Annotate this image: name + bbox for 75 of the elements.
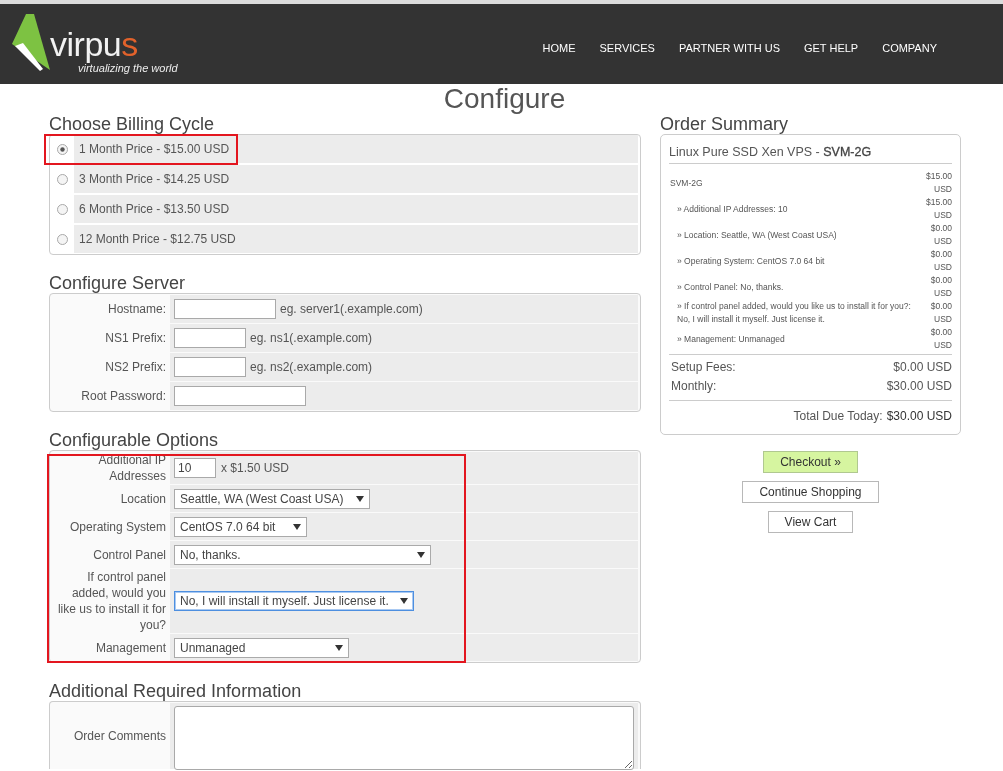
field-hint: eg. ns2(.example.com) xyxy=(250,360,373,374)
logo-icon[interactable] xyxy=(12,14,50,72)
text-field[interactable] xyxy=(174,386,306,406)
summary-total-value: $0.00 USD xyxy=(893,359,952,376)
summary-item-price: $15.00 USD xyxy=(925,170,952,196)
radio-button[interactable] xyxy=(56,173,68,185)
field-hint: eg. ns1(.example.com) xyxy=(250,331,373,345)
field-label: Operating System xyxy=(68,518,167,536)
logo-wordmark[interactable]: virpus xyxy=(50,26,178,62)
radio-button[interactable] xyxy=(56,203,68,215)
option-label: 3 Month Price - $14.25 USD xyxy=(79,172,230,186)
summary-item-label: » Control Panel: No, thanks. xyxy=(676,280,785,294)
section-heading: Configure Server xyxy=(49,273,187,293)
checkout-button[interactable]: Checkout » xyxy=(763,451,858,473)
page-title: Configure xyxy=(443,83,566,114)
summary-item-label: SVM-2G xyxy=(669,176,704,190)
field-label: Order Comments xyxy=(72,728,167,745)
nav-link[interactable]: HOME xyxy=(542,41,576,55)
field-label: NS1 Prefix: xyxy=(104,330,167,347)
summary-item-label: » Additional IP Addresses: 10 xyxy=(676,202,789,216)
view-cart-button[interactable]: View Cart xyxy=(767,511,854,533)
field-label: Location xyxy=(119,490,167,508)
summary-item-price: $0.00 USD xyxy=(929,300,952,326)
price-note: x $1.50 USD xyxy=(221,461,290,475)
summary-total-label: Setup Fees: xyxy=(671,359,736,376)
caret-icon xyxy=(417,551,425,558)
dropdown[interactable]: No, thanks. xyxy=(174,544,431,565)
logo-tagline: virtualizing the world xyxy=(78,62,178,74)
field-label: Root Password: xyxy=(80,388,167,405)
summary-total-label: Monthly: xyxy=(671,378,717,395)
option-label: 1 Month Price - $15.00 USD xyxy=(79,142,230,156)
section-heading: Order Summary xyxy=(660,114,790,134)
summary-total-value: $30.00 USD xyxy=(886,378,952,395)
dropdown[interactable]: Unmanaged xyxy=(174,637,349,658)
continue-shopping-button[interactable]: Continue Shopping xyxy=(742,481,879,503)
summary-item-label: » If control panel added, would you like us to install it for you?: No, I will install it myself. Just license it. xyxy=(676,300,912,326)
caret-icon xyxy=(356,495,364,502)
nav-link[interactable]: COMPANY xyxy=(882,41,937,55)
product-title: Linux Pure SSD Xen VPS - SVM-2G xyxy=(669,144,873,161)
field-label: Hostname: xyxy=(106,301,167,318)
field-label: Management xyxy=(94,639,167,657)
field-label: If control panel added, would you like us to install it for you? xyxy=(56,569,167,633)
caret-icon xyxy=(400,598,408,604)
section-heading: Additional Required Information xyxy=(49,681,303,701)
text-field[interactable] xyxy=(174,299,276,319)
summary-item-label: » Location: Seattle, WA (West Coast USA) xyxy=(676,228,838,242)
radio-button[interactable] xyxy=(56,143,68,155)
caret-icon xyxy=(293,523,301,530)
field-label: Control Panel xyxy=(92,546,167,564)
summary-item-price: $15.00 USD xyxy=(925,196,952,222)
summary-item-price: $0.00 USD xyxy=(929,326,952,352)
summary-item-price: $0.00 USD xyxy=(929,274,952,300)
option-label: 6 Month Price - $13.50 USD xyxy=(79,202,230,216)
dropdown[interactable]: Seattle, WA (West Coast USA) xyxy=(174,488,370,509)
section-heading: Configurable Options xyxy=(49,430,220,450)
summary-item-label: » Operating System: CentOS 7.0 64 bit xyxy=(676,254,826,268)
summary-item-price: $0.00 USD xyxy=(929,248,952,274)
text-field[interactable] xyxy=(174,328,246,348)
text-field[interactable] xyxy=(174,357,246,377)
total-due-value: $30.00 USD xyxy=(886,408,952,425)
section-heading: Choose Billing Cycle xyxy=(49,114,216,134)
caret-icon xyxy=(335,644,343,651)
summary-item-price: $0.00 USD xyxy=(929,222,952,248)
nav-link[interactable]: SERVICES xyxy=(599,41,655,55)
dropdown[interactable]: CentOS 7.0 64 bit xyxy=(174,516,307,537)
nav-link[interactable]: PARTNER WITH US xyxy=(678,41,780,55)
field-hint: eg. server1(.example.com) xyxy=(280,302,423,316)
total-due-label: Total Due Today: xyxy=(793,408,883,425)
field-label: NS2 Prefix: xyxy=(104,359,167,376)
dropdown[interactable]: No, I will install it myself. Just license it. xyxy=(174,591,414,611)
quantity-field[interactable]: 10 xyxy=(174,458,216,478)
summary-item-label: » Management: Unmanaged xyxy=(676,332,786,346)
option-label: 12 Month Price - $12.75 USD xyxy=(79,232,236,246)
radio-button[interactable] xyxy=(56,233,68,245)
nav-link[interactable]: GET HELP xyxy=(803,41,859,55)
